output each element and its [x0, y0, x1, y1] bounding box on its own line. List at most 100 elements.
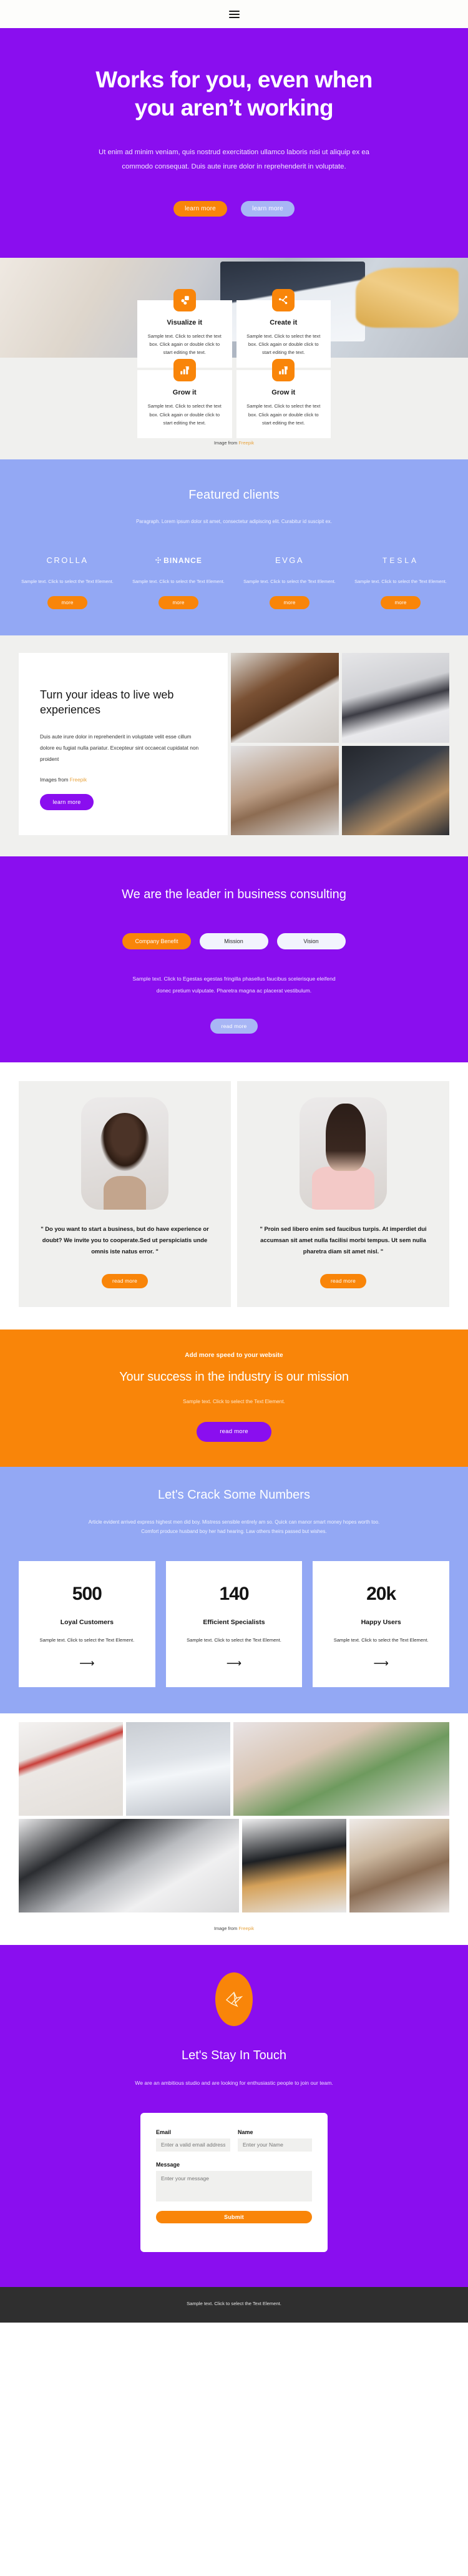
- ideas-learn-more-button[interactable]: learn more: [40, 794, 94, 811]
- feature-card[interactable]: Grow it Sample text. Click to select the…: [137, 359, 232, 439]
- stat-card: 20k Happy Users Sample text. Click to se…: [313, 1561, 449, 1688]
- hamburger-menu-icon[interactable]: [228, 10, 240, 18]
- client-logo-text: EVGA: [275, 556, 305, 566]
- evga-logo-icon: EVGA: [237, 552, 342, 569]
- testimonial-quote: " Proin sed libero enim sed faucibus tur…: [260, 1225, 427, 1255]
- client-item: EVGA Sample text. Click to select the Te…: [237, 552, 342, 609]
- stat-card: 140 Efficient Specialists Sample text. C…: [165, 1561, 303, 1688]
- avatar: [300, 1097, 387, 1210]
- gallery-section: Image from Freepik: [0, 1713, 468, 1946]
- feature-card[interactable]: Visualize it Sample text. Click to selec…: [137, 288, 232, 368]
- gallery-photo-architecture: [126, 1722, 230, 1816]
- feature-card-title: Grow it: [271, 389, 296, 397]
- message-field-group: Message: [156, 2162, 312, 2205]
- freepik-link[interactable]: Freepik: [238, 440, 254, 446]
- testimonials-section: " Do you want to start a business, but d…: [0, 1062, 468, 1330]
- ideas-body: Duis aute irure dolor in reprehenderit i…: [40, 733, 199, 763]
- arrow-right-icon[interactable]: ⟶: [177, 1658, 291, 1668]
- freepik-link[interactable]: Freepik: [70, 777, 87, 783]
- contact-title: Let's Stay In Touch: [182, 2049, 286, 2063]
- contact-section: Let's Stay In Touch We are an ambitious …: [0, 1945, 468, 2287]
- ideas-photo-woman-glasses: [341, 652, 449, 743]
- testimonial-card: " Do you want to start a business, but d…: [19, 1080, 231, 1307]
- testimonial-read-more-button[interactable]: read more: [320, 1273, 366, 1288]
- gallery-photo-woman-working: [242, 1819, 346, 1913]
- network-icon: [272, 288, 295, 311]
- numbers-section: Let's Crack Some Numbers Article evident…: [0, 1466, 468, 1714]
- stats-grid: 500 Loyal Customers Sample text. Click t…: [19, 1561, 449, 1688]
- cta-section: Add more speed to your website Your succ…: [0, 1329, 468, 1467]
- gallery-image-credit: Image from Freepik: [0, 1916, 468, 1945]
- stat-value: 140: [219, 1584, 249, 1605]
- leader-tabs: Company Benefit Mission Vision: [19, 933, 449, 950]
- tab-vision[interactable]: Vision: [276, 933, 346, 950]
- stat-label: Efficient Specialists: [203, 1619, 265, 1627]
- ideas-photo-man-blazer: [231, 745, 339, 836]
- client-more-button[interactable]: more: [158, 595, 198, 609]
- binance-logo-icon: BINANCE: [126, 552, 231, 569]
- hero-secondary-button[interactable]: learn more: [241, 200, 295, 217]
- client-item: TESLA Sample text. Click to select the T…: [348, 552, 453, 609]
- credit-prefix: Images from: [40, 777, 70, 783]
- ideas-photo-handshake: [231, 652, 339, 743]
- numbers-title: Let's Crack Some Numbers: [158, 1487, 310, 1502]
- feature-card-title: Visualize it: [167, 318, 203, 326]
- email-input[interactable]: [156, 2138, 230, 2152]
- leader-body: Sample text. Click to Egestas egestas fr…: [132, 976, 336, 994]
- cta-title: Your success in the industry is our miss…: [119, 1369, 349, 1384]
- contact-subtitle: We are an ambitious studio and are looki…: [135, 2080, 333, 2087]
- gallery-photo-woman-laptop: [349, 1819, 449, 1913]
- cta-read-more-button[interactable]: read more: [197, 1421, 271, 1442]
- email-field-group: Email: [156, 2129, 230, 2152]
- arrow-right-icon[interactable]: ⟶: [324, 1658, 438, 1668]
- client-logo-text: BINANCE: [163, 556, 202, 565]
- arrow-right-icon[interactable]: ⟶: [30, 1658, 144, 1668]
- message-label: Message: [156, 2161, 180, 2168]
- clients-title: Featured clients: [188, 487, 280, 502]
- featured-clients-section: Featured clients Paragraph. Lorem ipsum …: [0, 459, 468, 635]
- stat-label: Loyal Customers: [60, 1619, 114, 1627]
- hero-title: Works for you, even when you aren’t work…: [95, 67, 373, 121]
- feature-card[interactable]: Grow it Sample text. Click to select the…: [236, 359, 331, 439]
- tesla-logo-icon: TESLA: [348, 552, 453, 569]
- client-more-button[interactable]: more: [47, 595, 87, 609]
- origami-bird-icon: [215, 1972, 253, 2027]
- credit-prefix: Image from: [213, 439, 239, 446]
- name-input[interactable]: [238, 2138, 312, 2152]
- client-text: Sample text. Click to select the Text El…: [354, 578, 447, 584]
- feature-card-text: Sample text. Click to select the text bo…: [147, 403, 222, 426]
- tab-mission[interactable]: Mission: [199, 933, 268, 950]
- leader-section: We are the leader in business consulting…: [0, 856, 468, 1062]
- hero-primary-button[interactable]: learn more: [173, 200, 227, 217]
- feature-card-text: Sample text. Click to select the text bo…: [246, 403, 321, 426]
- feature-card-title: Grow it: [172, 389, 197, 397]
- leader-read-more-button[interactable]: read more: [210, 1018, 258, 1034]
- message-textarea[interactable]: [156, 2170, 312, 2201]
- tab-company-benefit[interactable]: Company Benefit: [122, 933, 191, 950]
- avatar: [81, 1097, 168, 1210]
- layers-icon: [173, 288, 196, 311]
- clients-logo-row: CROLLA Sample text. Click to select the …: [15, 552, 453, 609]
- feature-card[interactable]: Create it Sample text. Click to select t…: [236, 288, 331, 368]
- ideas-section: Turn your ideas to live web experiences …: [0, 635, 468, 857]
- ideas-title: Turn your ideas to live web experiences: [40, 688, 174, 716]
- client-more-button[interactable]: more: [381, 595, 421, 609]
- feature-card-text: Sample text. Click to select the text bo…: [147, 333, 222, 356]
- client-text: Sample text. Click to select the Text El…: [132, 578, 225, 584]
- stat-value: 20k: [366, 1584, 396, 1605]
- client-logo-text: TESLA: [382, 556, 419, 565]
- ideas-photo-team: [341, 745, 449, 836]
- submit-button[interactable]: Submit: [156, 2210, 312, 2223]
- bar-chart-growth-icon: [173, 359, 196, 382]
- clients-subtitle: Paragraph. Lorem ipsum dolor sit amet, c…: [136, 518, 332, 524]
- feature-card-text: Sample text. Click to select the text bo…: [246, 333, 321, 356]
- hero-paragraph: Ut enim ad minim veniam, quis nostrud ex…: [99, 149, 369, 171]
- ideas-text-panel: Turn your ideas to live web experiences …: [19, 652, 228, 836]
- client-text: Sample text. Click to select the Text El…: [21, 578, 114, 584]
- stat-value: 500: [72, 1584, 102, 1605]
- freepik-link[interactable]: Freepik: [238, 1926, 254, 1931]
- ideas-photo-grid: [231, 652, 449, 836]
- testimonial-quote: " Do you want to start a business, but d…: [41, 1225, 209, 1255]
- client-more-button[interactable]: more: [270, 595, 310, 609]
- testimonial-read-more-button[interactable]: read more: [102, 1273, 148, 1288]
